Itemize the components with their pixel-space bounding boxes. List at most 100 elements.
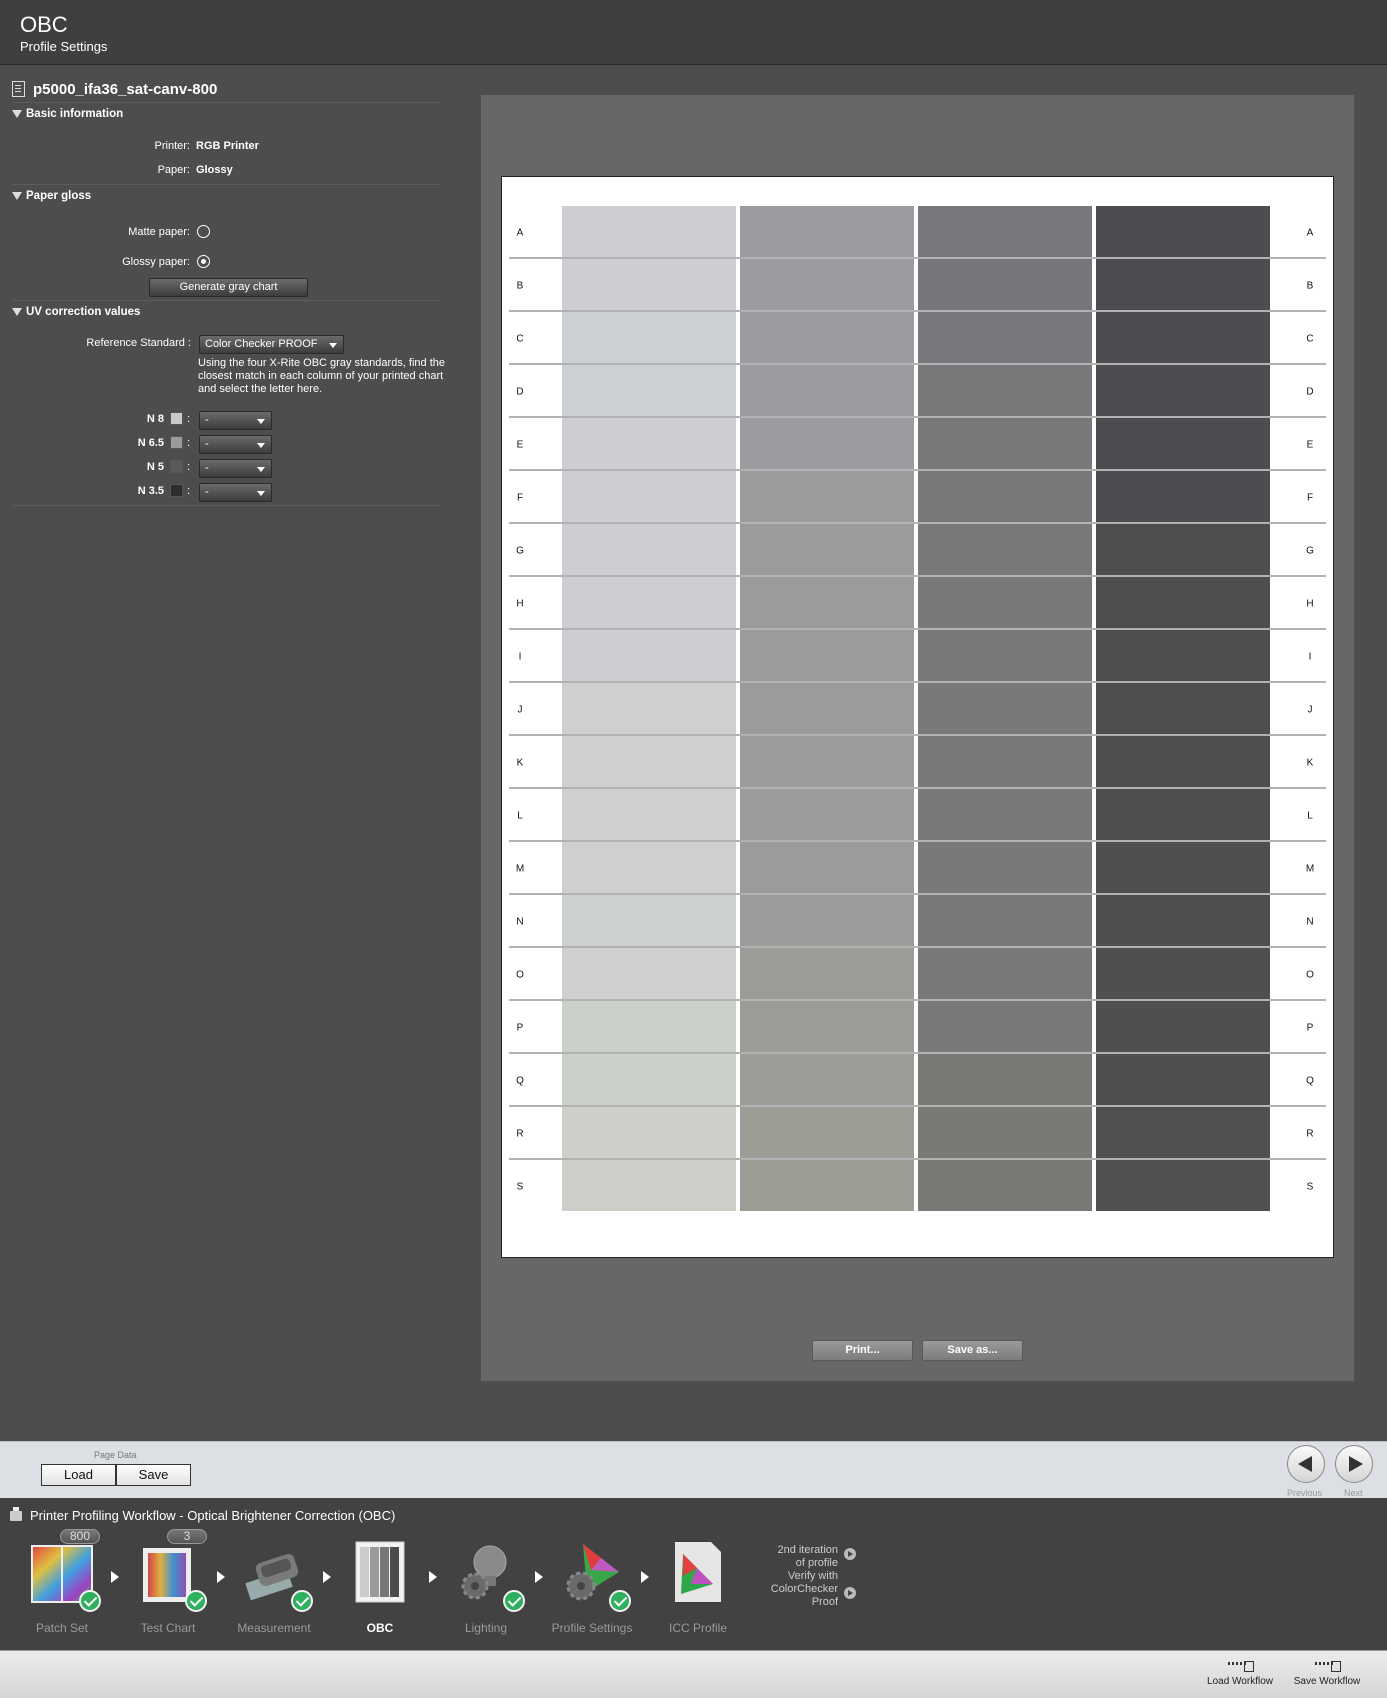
gray-patch-E3 (918, 418, 1092, 469)
chevron-down-icon (257, 443, 265, 448)
row-label-left: O (516, 970, 524, 981)
gray-patch-J2 (740, 683, 914, 734)
workflow-step-test-chart[interactable]: 3 Test Chart (127, 1529, 209, 1640)
gray-patch-C1 (562, 312, 736, 363)
test-chart-label: Test Chart (140, 1621, 196, 1635)
row-label-left: B (517, 281, 524, 292)
print-button[interactable]: Print... (812, 1340, 913, 1361)
workflow-step-patch-set[interactable]: 800 Patch Set (21, 1529, 103, 1640)
row-label-right: L (1307, 811, 1313, 822)
load-page-data-button[interactable]: Load (41, 1464, 116, 1486)
load-workflow-button[interactable]: Load Workflow (1200, 1659, 1280, 1687)
n35-label: N 3.5 (137, 484, 164, 497)
arrow-right-icon (217, 1571, 225, 1583)
load-workflow-label: Load Workflow (1207, 1676, 1273, 1687)
row-label-right: H (1306, 599, 1313, 610)
next-button[interactable] (1335, 1445, 1373, 1483)
n35-row: N 3.5 : (134, 484, 195, 497)
workflow-strip: Printer Profiling Workflow - Optical Bri… (0, 1498, 1387, 1650)
row-label-left: G (516, 546, 524, 557)
gray-patch-N2 (740, 895, 914, 946)
page-header: OBC Profile Settings (0, 0, 1387, 65)
paper-gloss-section-toggle[interactable]: Paper gloss (12, 190, 91, 202)
previous-button[interactable] (1287, 1445, 1325, 1483)
gray-patch-O1 (562, 948, 736, 999)
gray-patch-I1 (562, 630, 736, 681)
matte-paper-radio[interactable] (197, 225, 210, 238)
generate-gray-chart-button[interactable]: Generate gray chart (149, 278, 308, 297)
reference-standard-select[interactable]: Color Checker PROOF (199, 335, 344, 354)
gray-patch-O3 (918, 948, 1092, 999)
file-name: p5000_ifa36_sat-canv-800 (33, 80, 218, 98)
patch-count-badge: 800 (60, 1529, 100, 1544)
second-iteration-go-icon[interactable] (844, 1548, 856, 1560)
row-label-right: F (1307, 493, 1313, 504)
gray-patch-F1 (562, 471, 736, 522)
arrow-right-icon (429, 1571, 437, 1583)
gray-patch-D2 (740, 365, 914, 416)
gray-patch-H4 (1096, 577, 1270, 628)
gray-chart-paper: A A B B C C D D E E F F G G H H I I J J K K L L M M N N O O P P Q Q R R S S (501, 176, 1334, 1258)
save-as-button[interactable]: Save as... (922, 1340, 1023, 1361)
row-label-left: N (516, 917, 523, 928)
load-workflow-icon (1226, 1659, 1254, 1673)
icc-profile-icon (675, 1542, 721, 1602)
printer-row: Printer: RGB Printer (0, 140, 259, 152)
gray-patch-F2 (740, 471, 914, 522)
n8-select[interactable]: - (199, 411, 272, 430)
divider (12, 102, 440, 103)
gray-patch-R3 (918, 1107, 1092, 1158)
gray-patch-J1 (562, 683, 736, 734)
row-label-left: Q (516, 1076, 524, 1087)
gray-patch-H2 (740, 577, 914, 628)
reference-standard-value: Color Checker PROOF (205, 338, 318, 350)
gray-patch-R1 (562, 1107, 736, 1158)
basic-info-section-toggle[interactable]: Basic information (12, 108, 123, 120)
row-label-left: R (516, 1129, 523, 1140)
bottom-toolbar: Load Workflow Save Workflow (0, 1650, 1387, 1698)
n65-value: - (205, 438, 209, 450)
save-page-data-button[interactable]: Save (116, 1464, 191, 1486)
uv-correction-section-toggle[interactable]: UV correction values (12, 306, 140, 318)
save-workflow-button[interactable]: Save Workflow (1287, 1659, 1367, 1687)
gray-patch-L2 (740, 789, 914, 840)
gray-patch-L3 (918, 789, 1092, 840)
gray-patch-P1 (562, 1001, 736, 1052)
row-label-left: E (517, 440, 524, 451)
uv-help-text: Using the four X-Rite OBC gray standards… (198, 357, 446, 395)
gray-patch-D1 (562, 365, 736, 416)
glossy-paper-option[interactable]: Glossy paper: (0, 255, 210, 268)
workflow-step-obc[interactable]: OBC (339, 1540, 421, 1640)
row-label-left: M (516, 864, 524, 875)
row-label-right: A (1307, 228, 1314, 239)
page-title: OBC (20, 12, 68, 37)
verify-go-icon[interactable] (844, 1587, 856, 1599)
workflow-step-measurement[interactable]: Measurement (233, 1540, 315, 1640)
check-icon (79, 1590, 101, 1612)
n5-label: N 5 (146, 460, 164, 473)
n65-select[interactable]: - (199, 435, 272, 454)
n35-swatch (170, 484, 183, 497)
printer-value: RGB Printer (196, 140, 259, 152)
glossy-paper-radio[interactable] (197, 255, 210, 268)
workflow-step-profile-settings[interactable]: Profile Settings (551, 1540, 633, 1640)
disclosure-triangle-icon (12, 110, 22, 118)
workflow-step-lighting[interactable]: Lighting (445, 1540, 527, 1640)
workflow-title-text: Printer Profiling Workflow - Optical Bri… (30, 1508, 396, 1523)
gray-patch-B2 (740, 259, 914, 310)
matte-paper-option[interactable]: Matte paper: (0, 225, 210, 238)
workflow-step-icc-profile[interactable]: ICC Profile (657, 1540, 739, 1640)
gray-patch-O2 (740, 948, 914, 999)
page-subtitle: Profile Settings (20, 39, 108, 54)
n8-value: - (205, 414, 209, 426)
save-workflow-label: Save Workflow (1293, 1676, 1361, 1687)
divider (12, 184, 440, 185)
check-icon (503, 1590, 525, 1612)
gray-patch-E1 (562, 418, 736, 469)
gray-patch-M3 (918, 842, 1092, 893)
n35-select[interactable]: - (199, 483, 272, 502)
row-label-right: K (1307, 758, 1314, 769)
row-label-left: S (517, 1182, 524, 1193)
n5-select[interactable]: - (199, 459, 272, 478)
row-label-right: P (1307, 1023, 1314, 1034)
